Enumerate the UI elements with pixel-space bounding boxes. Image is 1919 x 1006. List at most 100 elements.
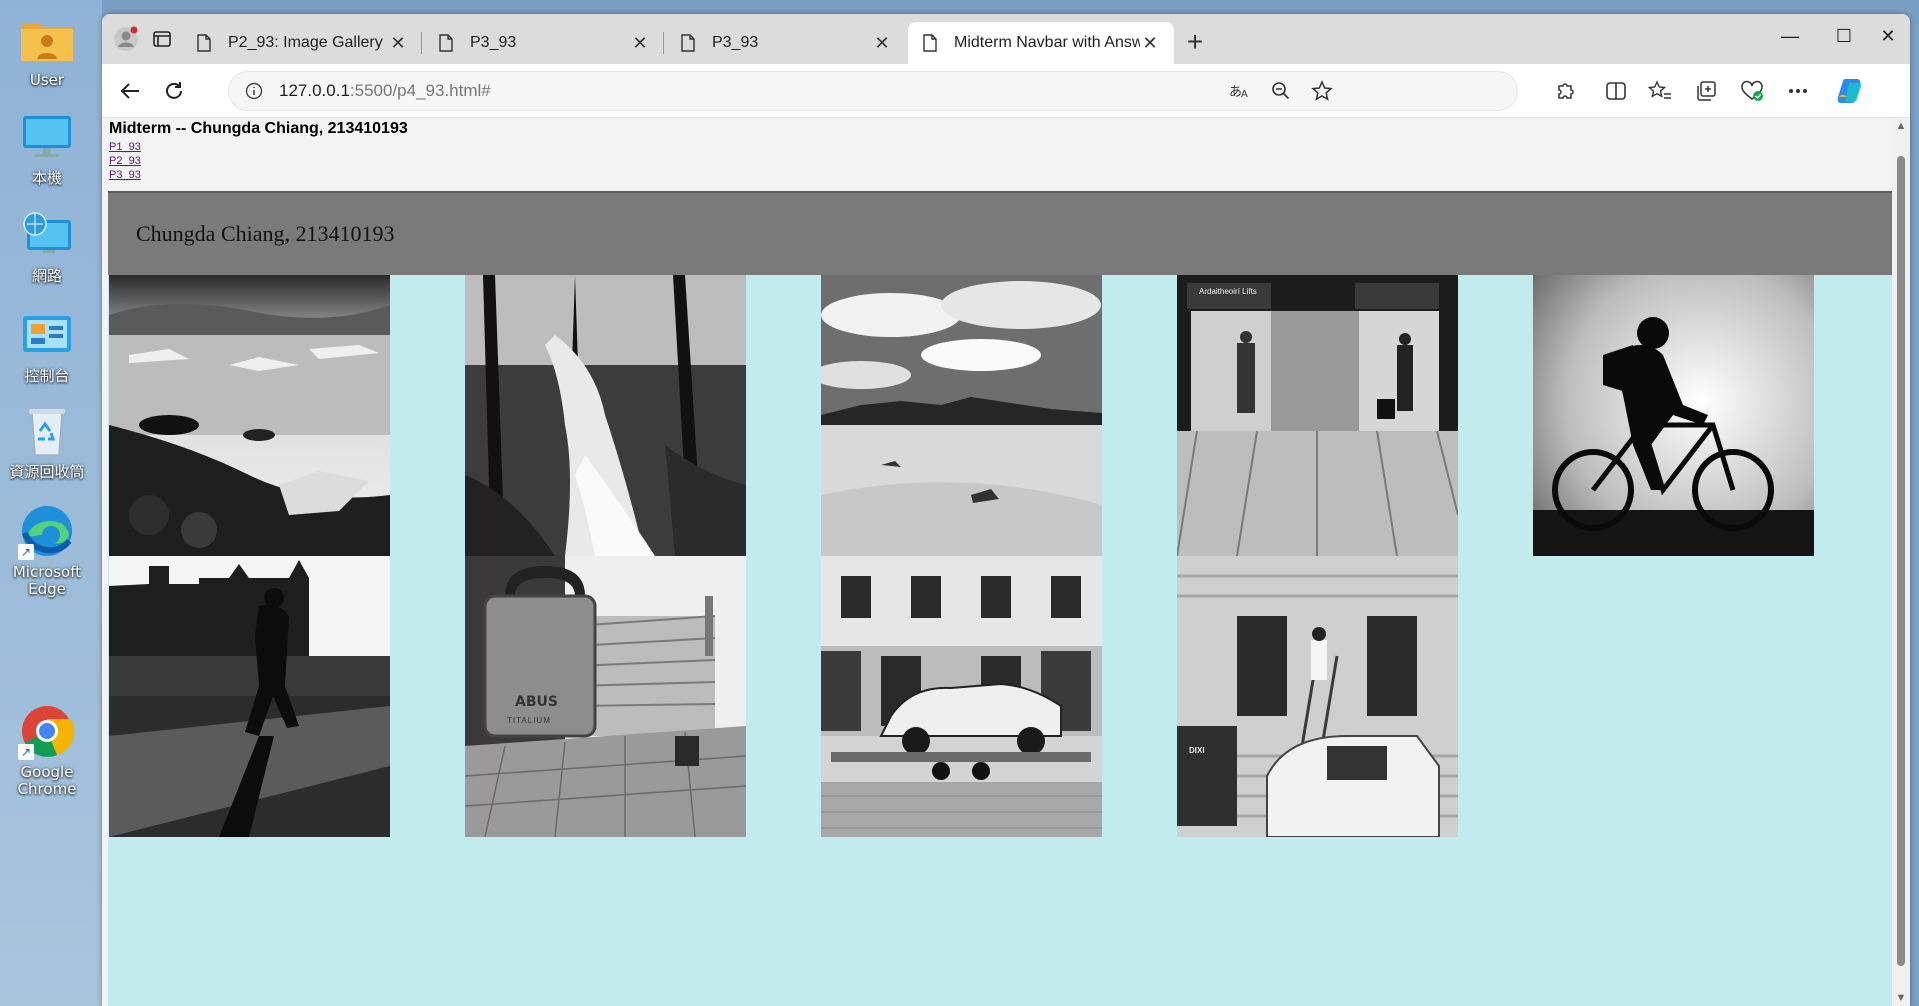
shortcut-arrow-icon: ↗ bbox=[18, 544, 34, 560]
banner: Chungda Chiang, 213410193 bbox=[108, 191, 1892, 275]
lift-sign-text: Ardaitheoirí Lifts bbox=[1199, 287, 1257, 296]
network-globe-icon bbox=[18, 206, 76, 264]
web-page: Midterm -- Chungda Chiang, 213410193 P1_… bbox=[108, 118, 1892, 1006]
tab-actions-icon bbox=[153, 31, 171, 47]
collections-icon bbox=[1697, 81, 1716, 101]
page-icon bbox=[439, 34, 453, 52]
zoom-out-icon[interactable] bbox=[1271, 81, 1291, 101]
control-panel-icon bbox=[18, 306, 76, 364]
profile-button[interactable] bbox=[108, 24, 144, 54]
back-button[interactable] bbox=[112, 74, 148, 108]
user-folder-icon bbox=[18, 10, 76, 68]
nav-link-p1[interactable]: P1_93 bbox=[109, 140, 1892, 154]
url-host: 127.0.0.1 bbox=[279, 81, 350, 100]
info-icon[interactable] bbox=[245, 82, 263, 100]
page-icon bbox=[197, 34, 211, 52]
svg-text:A: A bbox=[1241, 89, 1248, 100]
page-heading: Midterm -- Chungda Chiang, 213410193 bbox=[109, 120, 408, 137]
tab-title: Midterm Navbar with Answers bbox=[954, 34, 1140, 51]
scroll-up-arrow-icon[interactable]: ▲ bbox=[1895, 120, 1907, 132]
desktop-icon-user[interactable]: User bbox=[6, 10, 88, 89]
close-icon[interactable]: ✕ bbox=[1140, 33, 1160, 54]
page-icon bbox=[681, 34, 695, 52]
desktop-icon-label: User bbox=[29, 71, 65, 89]
desktop-icon-network[interactable]: 網路 bbox=[6, 206, 88, 285]
browser-essentials-button[interactable] bbox=[1734, 74, 1770, 108]
scroll-down-arrow-icon[interactable]: ▼ bbox=[1895, 992, 1907, 1004]
split-screen-icon bbox=[1606, 82, 1626, 100]
copilot-icon bbox=[1837, 79, 1862, 103]
refresh-button[interactable] bbox=[156, 74, 192, 108]
browser-toolbar: 127.0.0.1:5500/p4_93.html# あA bbox=[102, 64, 1910, 118]
new-tab-button[interactable]: + bbox=[1180, 28, 1210, 56]
copilot-button[interactable] bbox=[1832, 74, 1868, 108]
desktop-icon-control-panel[interactable]: 控制台 bbox=[6, 306, 88, 385]
photo-forest-waterfall[interactable] bbox=[465, 275, 746, 556]
extensions-button[interactable] bbox=[1548, 74, 1584, 108]
photo-glacier-lagoon[interactable] bbox=[109, 275, 390, 556]
desktop-icon-label: Google Chrome bbox=[17, 763, 77, 798]
close-icon[interactable]: ✕ bbox=[388, 33, 408, 54]
tab-p3-b[interactable]: P3_93 ✕ bbox=[666, 22, 906, 64]
nav-link-p3[interactable]: P3_93 bbox=[109, 168, 1892, 182]
desktop-icon-label: 網路 bbox=[31, 267, 62, 285]
read-aloud-translate-icon[interactable]: あA bbox=[1229, 82, 1251, 100]
desktop-icon-this-pc[interactable]: 本機 bbox=[6, 108, 88, 187]
back-arrow-icon bbox=[120, 83, 139, 99]
browser-window: P2_93: Image Gallery ✕ P3_93 ✕ P3_93 ✕ M… bbox=[102, 14, 1910, 1006]
desktop-icon-recycle-bin[interactable]: 資源回收筒 bbox=[6, 402, 88, 481]
monitor-icon bbox=[18, 108, 76, 166]
split-screen-button[interactable] bbox=[1598, 74, 1634, 108]
close-window-button[interactable]: ✕ bbox=[1868, 26, 1908, 47]
photo-padlock-street[interactable]: ABUS TITALIUM bbox=[465, 556, 746, 837]
banner-text: Chungda Chiang, 213410193 bbox=[136, 221, 395, 246]
vertical-scrollbar[interactable]: ▲ ▼ bbox=[1892, 118, 1910, 1006]
tab-title: P3_93 bbox=[712, 34, 759, 51]
desktop-icon-chrome[interactable]: ↗ Google Chrome bbox=[6, 702, 88, 798]
collections-button[interactable] bbox=[1688, 74, 1724, 108]
photo-gallery: Ardaitheoirí Lifts ABUS TITALIUM DIXI bbox=[108, 275, 1892, 875]
tab-midterm-navbar[interactable]: Midterm Navbar with Answers ✕ bbox=[908, 22, 1174, 64]
recycle-bin-icon bbox=[18, 402, 76, 460]
photo-cyclist-silhouette[interactable] bbox=[1533, 275, 1814, 556]
puzzle-extension-icon bbox=[1558, 83, 1574, 99]
tab-title: P3_93 bbox=[470, 34, 517, 51]
tab-p2-gallery[interactable]: P2_93: Image Gallery ✕ bbox=[182, 22, 422, 64]
profile-avatar-icon bbox=[114, 26, 138, 51]
desktop: User 本機 網路 控制台 資源回收筒 ↗ Microsoft Edge ↗ … bbox=[0, 0, 102, 1006]
page-top: Midterm -- Chungda Chiang, 213410193 P1_… bbox=[108, 118, 1892, 191]
photo-desert-dunes[interactable] bbox=[821, 275, 1102, 556]
address-bar[interactable]: 127.0.0.1:5500/p4_93.html# あA bbox=[228, 71, 1518, 111]
desktop-icon-label: Microsoft Edge bbox=[12, 563, 82, 598]
tab-p3-a[interactable]: P3_93 ✕ bbox=[424, 22, 664, 64]
padlock-model-text: TITALIUM bbox=[507, 716, 551, 725]
desktop-icon-edge[interactable]: ↗ Microsoft Edge bbox=[6, 502, 88, 598]
nav-link-p2[interactable]: P2_93 bbox=[109, 154, 1892, 168]
desktop-icon-label: 本機 bbox=[31, 169, 62, 187]
tab-actions-button[interactable] bbox=[144, 24, 180, 54]
chrome-logo-icon: ↗ bbox=[18, 702, 76, 760]
photo-car-on-trailer[interactable] bbox=[821, 556, 1102, 837]
photo-airport-lifts[interactable]: Ardaitheoirí Lifts bbox=[1177, 275, 1458, 556]
minimize-button[interactable]: — bbox=[1770, 26, 1810, 47]
close-icon[interactable]: ✕ bbox=[872, 33, 892, 54]
edge-logo-icon: ↗ bbox=[18, 502, 76, 560]
photo-city-walker[interactable] bbox=[109, 556, 390, 837]
close-icon[interactable]: ✕ bbox=[630, 33, 650, 54]
settings-more-button[interactable] bbox=[1780, 74, 1816, 108]
photo-painter-on-ladder[interactable]: DIXI bbox=[1177, 556, 1458, 837]
desktop-icon-label: 資源回收筒 bbox=[9, 463, 85, 481]
tab-strip: P2_93: Image Gallery ✕ P3_93 ✕ P3_93 ✕ M… bbox=[102, 14, 1910, 64]
shortcut-arrow-icon: ↗ bbox=[18, 744, 34, 760]
desktop-icon-label: 控制台 bbox=[24, 367, 70, 385]
toilet-brand-text: DIXI bbox=[1189, 746, 1205, 755]
maximize-button[interactable]: ☐ bbox=[1824, 26, 1864, 47]
url-text[interactable]: 127.0.0.1:5500/p4_93.html# bbox=[279, 81, 491, 101]
page-icon bbox=[923, 34, 937, 52]
refresh-icon bbox=[166, 82, 182, 99]
favorites-button[interactable] bbox=[1642, 74, 1678, 108]
heart-pulse-icon bbox=[1741, 80, 1763, 101]
favorite-star-icon[interactable] bbox=[1311, 80, 1333, 102]
scrollbar-thumb[interactable] bbox=[1897, 156, 1905, 966]
padlock-brand-text: ABUS bbox=[515, 694, 558, 710]
